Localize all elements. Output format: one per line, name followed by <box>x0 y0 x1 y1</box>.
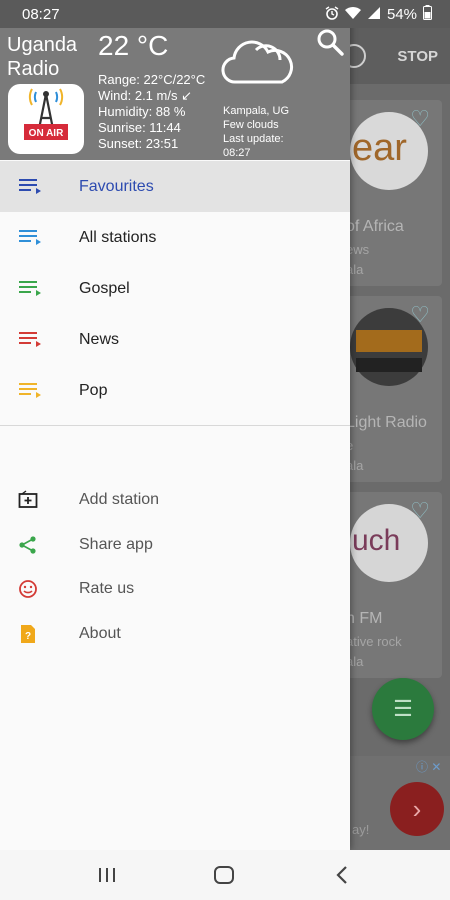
rate-us-button[interactable]: Rate us <box>0 567 350 611</box>
station-list-fab[interactable]: ☰ <box>372 678 434 740</box>
station-genre: e <box>350 438 353 453</box>
station-name: h FM <box>350 610 383 627</box>
background-toolbar: STOP <box>350 28 450 84</box>
battery-level: 54% <box>386 5 417 23</box>
sleep-timer-icon <box>350 44 366 68</box>
location-info: Kampala, UG Few clouds Last update: 08:2… <box>223 104 289 160</box>
playlist-icon <box>19 332 41 347</box>
playlist-icon <box>19 383 41 398</box>
navigation-drawer: Uganda Radio ON AIR 22 °C Range: 22°C/22… <box>0 0 350 850</box>
station-card[interactable]: ear ♡ of Africa ews ala <box>350 100 442 286</box>
add-station-icon <box>18 490 38 508</box>
station-name: of Africa <box>350 218 404 235</box>
recent-apps-icon[interactable] <box>94 862 120 888</box>
about-button[interactable]: ? About <box>0 612 350 656</box>
search-icon[interactable] <box>316 28 344 61</box>
status-time: 08:27 <box>22 5 60 23</box>
menu-label: News <box>79 330 120 348</box>
back-icon[interactable] <box>329 862 355 888</box>
station-card[interactable]: ♡ Light Radio e ala <box>350 296 442 482</box>
location: Kampala, UG <box>223 105 290 117</box>
logo-text: ON AIR <box>29 128 64 139</box>
station-location: ala <box>350 654 364 669</box>
temp-range: Range: 22°C/22°C <box>98 72 206 87</box>
weather-condition: Few clouds <box>223 119 279 131</box>
ad-arrow-icon[interactable]: › <box>390 782 444 836</box>
wifi-icon <box>344 6 361 23</box>
list-icon: ☰ <box>393 696 413 721</box>
ad-text: ay! <box>352 822 370 837</box>
action-label: About <box>79 625 121 642</box>
app-logo: ON AIR <box>8 84 84 154</box>
menu-label: Favourites <box>79 177 154 195</box>
menu-item-all-stations[interactable]: All stations <box>0 212 350 263</box>
station-genre: ative rock <box>350 634 402 649</box>
action-label: Rate us <box>79 580 135 597</box>
status-icons: 54% <box>325 5 432 23</box>
sunset: Sunset: 23:51 <box>98 136 179 151</box>
cloud-icon <box>220 38 294 93</box>
favourite-icon[interactable]: ♡ <box>410 302 430 328</box>
drawer-header: Uganda Radio ON AIR 22 °C Range: 22°C/22… <box>0 28 350 160</box>
menu-item-gospel[interactable]: Gospel <box>0 263 350 314</box>
home-icon[interactable] <box>211 862 237 888</box>
last-update-label: Last update: <box>223 133 284 145</box>
system-nav-bar <box>0 850 450 900</box>
action-label: Share app <box>79 536 153 553</box>
svg-text:ear: ear <box>352 127 407 169</box>
weather-details: Range: 22°C/22°C Wind: 2.1 m/s ↙ Humidit… <box>98 72 205 152</box>
station-card[interactable]: uch ♡ h FM ative rock ala <box>350 492 442 678</box>
share-app-button[interactable]: Share app <box>0 523 350 567</box>
station-name: Light Radio <box>350 414 427 431</box>
menu-label: All stations <box>79 228 157 246</box>
smiley-icon <box>19 580 37 598</box>
app-name: Uganda Radio <box>7 34 78 80</box>
last-update-time: 08:27 <box>223 147 251 159</box>
background-station-list: STOP ear ♡ of Africa ews ala ♡ Light Rad… <box>350 28 450 850</box>
menu-label: Gospel <box>79 279 130 297</box>
playlist-icon <box>19 230 41 245</box>
status-bar: 08:27 54% <box>0 0 450 28</box>
sunrise: Sunrise: 11:44 <box>98 120 181 135</box>
signal-icon <box>367 6 381 23</box>
menu-item-pop[interactable]: Pop <box>0 365 350 416</box>
share-icon <box>19 536 36 554</box>
menu-item-favourites[interactable]: Favourites <box>0 161 350 212</box>
station-location: ala <box>350 262 364 277</box>
battery-icon <box>423 5 432 23</box>
add-station-button[interactable]: Add station <box>0 478 350 522</box>
menu-divider <box>0 425 350 426</box>
favourite-icon[interactable]: ♡ <box>410 106 430 132</box>
svg-text:?: ? <box>25 631 31 642</box>
station-location: ala <box>350 458 364 473</box>
ad-info-icon[interactable]: ⓘ ✕ <box>416 758 441 775</box>
alarm-icon <box>325 5 339 23</box>
station-genre: ews <box>350 242 370 257</box>
ad-banner[interactable]: ⓘ ✕ › ay! <box>350 756 450 850</box>
wind: Wind: 2.1 m/s ↙ <box>98 88 192 103</box>
about-icon: ? <box>21 625 35 643</box>
menu-item-news[interactable]: News <box>0 314 350 365</box>
stop-button[interactable]: STOP <box>397 48 438 65</box>
playlist-icon <box>19 281 41 296</box>
temperature: 22 °C <box>98 30 169 61</box>
favourite-icon[interactable]: ♡ <box>410 498 430 524</box>
playlist-icon <box>19 179 41 194</box>
action-label: Add station <box>79 491 160 508</box>
humidity: Humidity: 88 % <box>98 104 186 119</box>
svg-text:uch: uch <box>352 524 400 557</box>
menu-label: Pop <box>79 381 108 399</box>
